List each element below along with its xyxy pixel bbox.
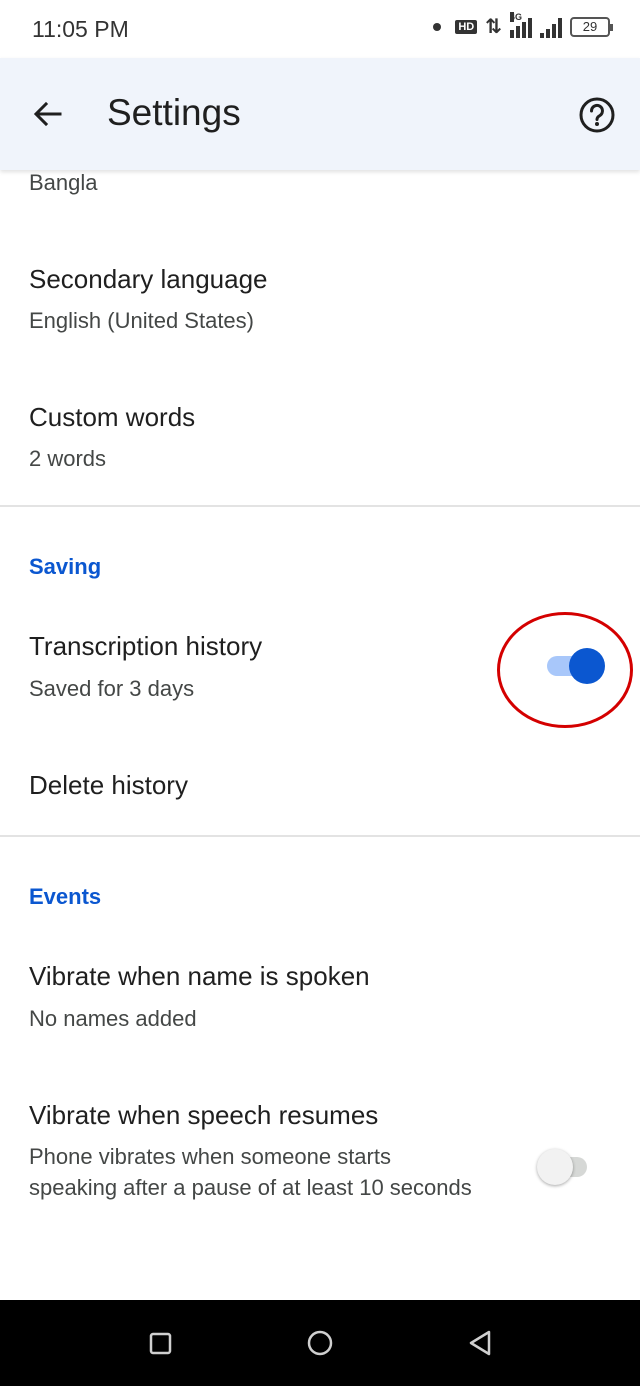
vibrate-speech-title: Vibrate when speech resumes — [29, 1100, 379, 1130]
help-button[interactable] — [578, 96, 616, 134]
toggle-thumb — [537, 1149, 573, 1185]
transcription-history-value: Saved for 3 days — [29, 676, 195, 701]
custom-words-value: 2 words — [29, 446, 107, 471]
vibrate-speech-toggle[interactable] — [537, 1149, 593, 1185]
secondary-language-row[interactable]: Secondary language English (United State… — [0, 250, 640, 350]
custom-words-title: Custom words — [29, 402, 196, 432]
network-type-label: 4G — [510, 11, 523, 22]
secondary-language-title: Secondary language — [29, 264, 268, 294]
arrow-left-icon — [33, 101, 62, 127]
system-nav-bar — [0, 1300, 640, 1386]
signal-icon — [540, 16, 562, 38]
hd-voice-icon: HD — [455, 19, 478, 34]
section-header-events: Events — [29, 884, 102, 909]
vibrate-speech-description: Phone vibrates when someone starts speak… — [29, 1144, 472, 1200]
toggle-thumb — [569, 648, 605, 684]
status-time: 11:05 PM — [32, 16, 129, 42]
custom-words-row[interactable]: Custom words 2 words — [0, 390, 640, 490]
status-icons: HD ⇅ 4G 29 — [433, 11, 613, 39]
delete-history-row[interactable]: Delete history — [0, 760, 640, 820]
delete-history-title: Delete history — [29, 770, 188, 800]
circle-icon — [307, 1330, 333, 1356]
battery-icon: 29 — [570, 16, 613, 37]
page-title: Settings — [107, 92, 241, 133]
section-divider — [0, 835, 640, 837]
primary-language-value: Bangla — [29, 170, 98, 195]
vibrate-name-value: No names added — [29, 1006, 197, 1031]
transcription-history-row[interactable]: Transcription history Saved for 3 days — [0, 620, 640, 720]
section-header-saving: Saving — [29, 554, 102, 579]
notification-dot-icon — [433, 22, 442, 31]
vibrate-name-title: Vibrate when name is spoken — [29, 961, 370, 991]
help-circle-icon — [579, 97, 615, 133]
triangle-back-icon — [469, 1330, 491, 1356]
primary-language-row[interactable]: Bangla — [0, 164, 640, 214]
app-bar: Settings — [0, 58, 640, 170]
home-button[interactable] — [305, 1328, 335, 1358]
transcription-history-toggle[interactable] — [547, 648, 607, 684]
status-bar: 11:05 PM HD ⇅ 4G 29 — [0, 0, 640, 58]
secondary-language-value: English (United States) — [29, 308, 254, 333]
nav-back-button[interactable] — [465, 1328, 495, 1358]
signal-4g-icon: 4G — [510, 11, 532, 38]
recents-button[interactable] — [146, 1328, 176, 1358]
section-divider — [0, 505, 640, 507]
square-icon — [149, 1332, 172, 1355]
back-button[interactable] — [30, 96, 66, 132]
transcription-history-title: Transcription history — [29, 631, 263, 661]
vibrate-name-row[interactable]: Vibrate when name is spoken No names add… — [0, 950, 640, 1050]
data-activity-icon: ⇅ — [485, 16, 502, 38]
